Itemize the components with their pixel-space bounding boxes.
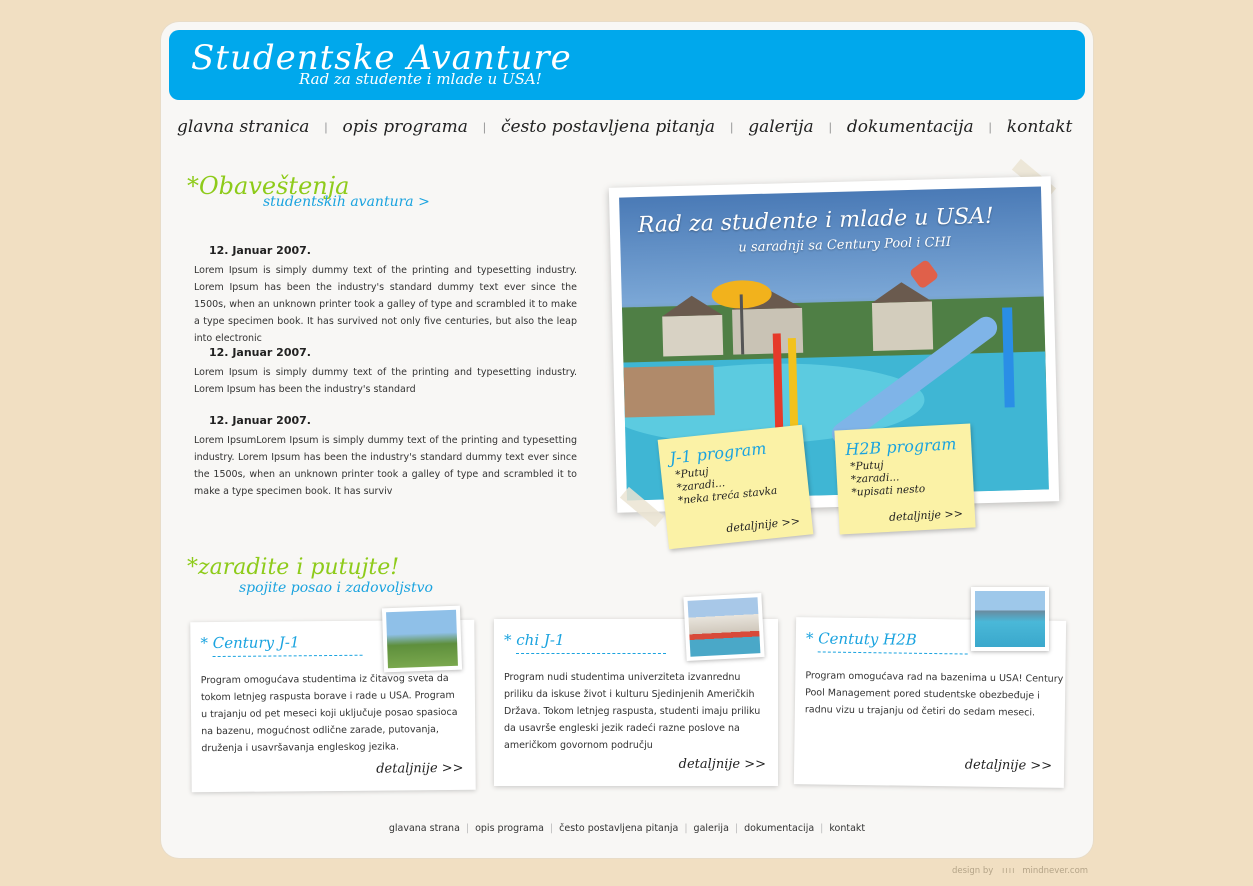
- nav-item-contact[interactable]: kontakt: [1007, 117, 1073, 137]
- card-title[interactable]: * Centuty H2B: [806, 629, 917, 649]
- card-description: Program nudi studentima univerziteta izv…: [504, 672, 761, 751]
- nav-item-documents[interactable]: dokumentacija: [847, 117, 974, 137]
- nav-separator: |: [324, 120, 328, 134]
- nav-separator: |: [730, 120, 734, 134]
- news-text: Lorem Ipsum is simply dummy text of the …: [194, 265, 577, 344]
- card-divider: [212, 654, 363, 658]
- nav-item-gallery[interactable]: galerija: [748, 117, 814, 137]
- card-description: Program omogućava rad na bazenima u USA!…: [804, 670, 1064, 719]
- card-divider: [817, 651, 968, 655]
- note-details-link[interactable]: detaljnije >>: [889, 507, 964, 524]
- news-date: 12. Januar 2007.: [209, 414, 311, 427]
- card-thumbnail: [971, 587, 1049, 651]
- footer-separator: |: [734, 823, 739, 834]
- news-section-link[interactable]: studentskih avantura >: [263, 194, 430, 210]
- credit-link[interactable]: mindnever.com: [1022, 866, 1088, 876]
- news-date: 12. Januar 2007.: [209, 244, 311, 257]
- card-title[interactable]: * chi J-1: [504, 631, 565, 649]
- sticky-note-j1[interactable]: J-1 program *Putuj *zaradi... *neka treć…: [657, 424, 814, 550]
- main-nav: glavna stranica | opis programa | često …: [177, 114, 1077, 140]
- footer-link-gallery[interactable]: galerija: [694, 823, 729, 834]
- card-details-link[interactable]: detaljnije >>: [965, 757, 1053, 773]
- footer-link-home[interactable]: glavana strana: [389, 823, 460, 834]
- card-details-link[interactable]: detaljnije >>: [376, 761, 463, 777]
- news-text: Lorem Ipsum is simply dummy text of the …: [194, 367, 577, 395]
- footer-link-program[interactable]: opis programa: [475, 823, 544, 834]
- note-bullets: *Putuj *zaradi... *upisati nesto: [836, 454, 974, 500]
- nav-separator: |: [482, 120, 486, 134]
- card-divider: [516, 653, 666, 654]
- news-item: 12. Januar 2007. Lorem IpsumLorem Ipsum …: [194, 414, 577, 500]
- card-details-link[interactable]: detaljnije >>: [679, 757, 766, 772]
- building-photo: [687, 597, 761, 657]
- footer-separator: |: [465, 823, 470, 834]
- footer-link-documents[interactable]: dokumentacija: [744, 823, 814, 834]
- card-thumbnail: [381, 605, 463, 673]
- site-header: Studentske Avanture Rad za studente i ml…: [169, 30, 1085, 100]
- footer-link-contact[interactable]: kontakt: [829, 823, 865, 834]
- park-photo: [386, 609, 458, 669]
- earn-section-subtitle: spojite posao i zadovoljstvo: [239, 580, 433, 596]
- earn-section-title: *zaradite i putujte!: [187, 555, 400, 580]
- card-description: Program omogućava studentima iz čitavog …: [200, 672, 458, 755]
- sticky-note-h2b[interactable]: H2B program *Putuj *zaradi... *upisati n…: [834, 423, 976, 535]
- news-text: Lorem IpsumLorem Ipsum is simply dummy t…: [194, 435, 577, 497]
- nav-item-faq[interactable]: često postavljena pitanja: [501, 117, 715, 137]
- news-item: 12. Januar 2007. Lorem Ipsum is simply d…: [194, 244, 577, 347]
- site-tagline: Rad za studente i mlade u USA!: [299, 70, 542, 88]
- note-details-link[interactable]: detaljnije >>: [726, 514, 801, 535]
- design-credit: design by ıııı mindnever.com: [952, 866, 1088, 876]
- lifeguard-photo: [975, 591, 1045, 647]
- footer-separator: |: [549, 823, 554, 834]
- credit-logo: ıııı: [1002, 866, 1016, 876]
- news-item: 12. Januar 2007. Lorem Ipsum is simply d…: [194, 346, 577, 398]
- card-thumbnail: [683, 593, 765, 661]
- footer-separator: |: [820, 823, 824, 834]
- page-container: Studentske Avanture Rad za studente i ml…: [161, 22, 1093, 858]
- nav-item-home[interactable]: glavna stranica: [177, 117, 309, 137]
- footer-link-faq[interactable]: često postavljena pitanja: [559, 823, 678, 834]
- nav-item-program[interactable]: opis programa: [343, 117, 468, 137]
- news-date: 12. Januar 2007.: [209, 346, 311, 359]
- card-title[interactable]: * Century J-1: [200, 633, 299, 652]
- credit-prefix: design by: [952, 866, 994, 876]
- footer-separator: |: [684, 823, 688, 834]
- nav-separator: |: [988, 120, 992, 134]
- nav-separator: |: [828, 120, 832, 134]
- footer-nav: glavana strana | opis programa | često posta…: [161, 823, 1093, 834]
